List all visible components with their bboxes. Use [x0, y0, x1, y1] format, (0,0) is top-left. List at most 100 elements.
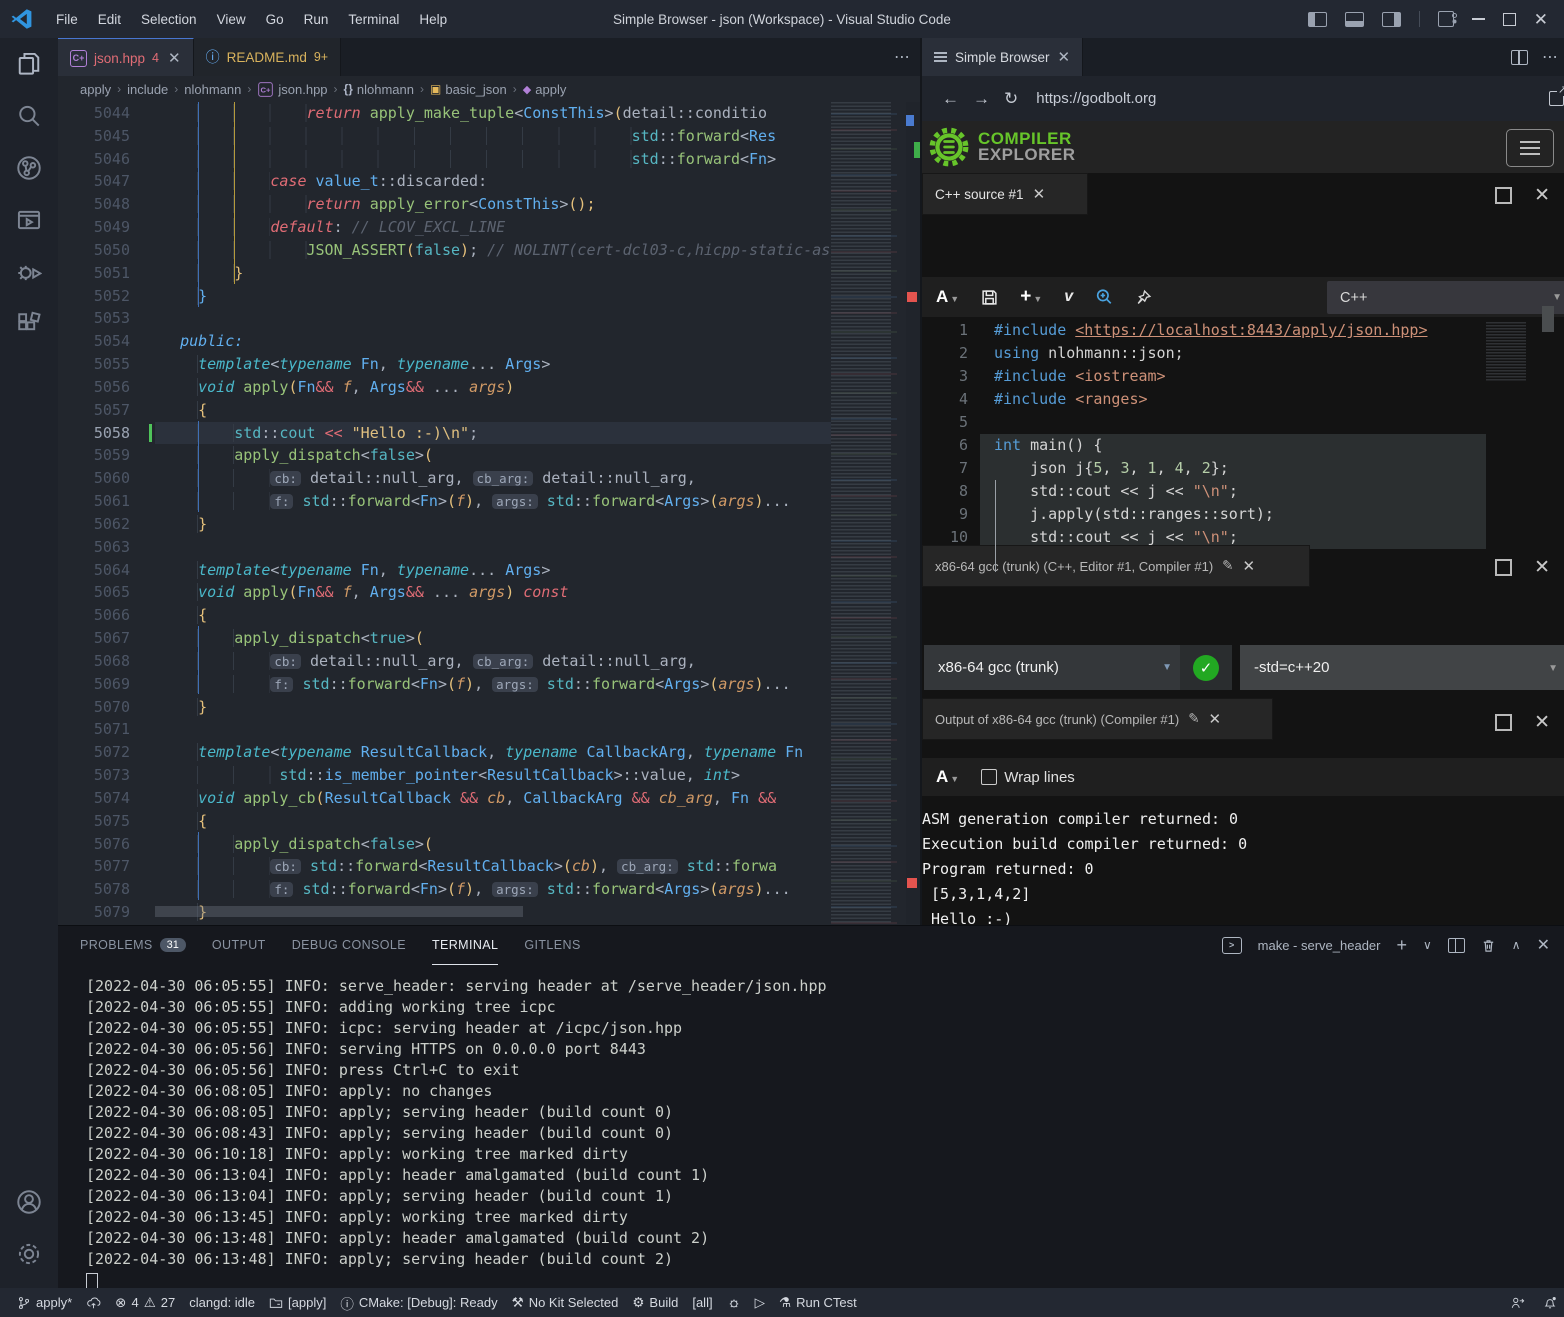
pin-tool-icon[interactable]	[1135, 289, 1152, 306]
statusbar-item-branch[interactable]: apply*	[10, 1295, 79, 1310]
breadcrumb-item-basic_json[interactable]: ▣basic_json	[430, 82, 507, 97]
tab-simple-browser[interactable]: Simple Browser ✕	[922, 38, 1083, 76]
terminal-output[interactable]: [2022-04-30 06:05:55] INFO: serve_header…	[86, 976, 827, 1294]
code-content[interactable]: return apply_make_tuple<ConstThis>(detai…	[155, 102, 831, 924]
ce-menu-button[interactable]	[1506, 129, 1554, 167]
ce-output-pane-tab[interactable]: Output of x86-64 gcc (trunk) (Compiler #…	[922, 698, 1273, 740]
menu-selection[interactable]: Selection	[131, 12, 207, 27]
panel-tab-output[interactable]: OUTPUT	[212, 926, 266, 964]
maximize-pane-icon[interactable]	[1495, 559, 1512, 576]
vim-mode-icon[interactable]: v	[1064, 288, 1073, 306]
more-actions-icon[interactable]: ⋯	[1542, 47, 1558, 67]
ce-compiler-pane-tab[interactable]: x86-64 gcc (trunk) (C++, Editor #1, Comp…	[922, 545, 1310, 587]
settings-gear-icon[interactable]	[5, 1228, 53, 1280]
code-editor[interactable]: 5044504550465047504850495050505150525053…	[58, 102, 920, 924]
ce-source-code[interactable]: #include <https://localhost:8443/apply/j…	[980, 319, 1486, 575]
statusbar-item-debug[interactable]	[720, 1296, 748, 1310]
kill-terminal-trash-icon[interactable]	[1481, 938, 1496, 953]
breadcrumb-item-nlohmann[interactable]: {}nlohmann	[344, 82, 414, 97]
statusbar-item-build-target[interactable]: [all]	[685, 1295, 719, 1310]
sidebar-item-extensions[interactable]	[5, 298, 53, 350]
add-pane-button[interactable]: +▼	[1020, 286, 1042, 308]
new-terminal-icon[interactable]: +	[1396, 935, 1407, 956]
statusbar-item-clangd[interactable]: clangd: idle	[182, 1295, 262, 1310]
editor-more-actions-icon[interactable]: ⋯	[894, 38, 910, 76]
terminal-dropdown-icon[interactable]: ∨	[1423, 938, 1432, 952]
compile-status-badge[interactable]: ✓	[1180, 645, 1232, 690]
ce-source-pane-tab[interactable]: C++ source #1 ✕	[922, 173, 1088, 215]
close-pane-icon[interactable]: ✕	[1209, 712, 1222, 727]
menu-terminal[interactable]: Terminal	[338, 12, 409, 27]
sidebar-item-search[interactable]	[5, 90, 53, 142]
panel-tab-problems[interactable]: PROBLEMS31	[80, 926, 186, 964]
panel-tab-debug-console[interactable]: DEBUG CONSOLE	[292, 926, 406, 964]
edit-title-icon[interactable]: ✎	[1188, 711, 1199, 727]
maximize-pane-icon[interactable]	[1495, 187, 1512, 204]
sidebar-item-live-preview[interactable]	[5, 194, 53, 246]
account-icon[interactable]	[5, 1176, 53, 1228]
tab-json.hpp[interactable]: C+json.hpp4✕	[58, 38, 194, 77]
breadcrumb-item-include[interactable]: include	[127, 82, 168, 97]
minimize-icon[interactable]	[1472, 18, 1485, 20]
close-pane-icon[interactable]: ✕	[1534, 558, 1550, 577]
close-window-icon[interactable]: ✕	[1534, 11, 1548, 28]
sidebar-item-source-control[interactable]	[5, 142, 53, 194]
close-tab-icon[interactable]: ✕	[168, 49, 181, 67]
close-pane-icon[interactable]: ✕	[1033, 187, 1046, 202]
close-pane-icon[interactable]: ✕	[1534, 713, 1550, 732]
menu-help[interactable]: Help	[409, 12, 457, 27]
toggle-secondary-sidebar-icon[interactable]	[1382, 12, 1401, 27]
open-external-icon[interactable]	[1549, 91, 1564, 106]
url-field[interactable]: https://godbolt.org	[1036, 90, 1156, 107]
menu-run[interactable]: Run	[294, 12, 339, 27]
reload-icon[interactable]: ↻	[1004, 89, 1018, 109]
edit-title-icon[interactable]: ✎	[1222, 558, 1233, 574]
menu-edit[interactable]: Edit	[88, 12, 131, 27]
wrap-lines-checkbox[interactable]: Wrap lines	[981, 769, 1075, 786]
editor-vertical-scrollbar[interactable]	[906, 102, 920, 924]
statusbar-item-kit[interactable]: ⚒No Kit Selected	[505, 1295, 626, 1311]
sidebar-item-run-and-debug[interactable]	[5, 246, 53, 298]
minimap[interactable]	[831, 102, 906, 924]
ce-logo-text[interactable]: COMPILER EXPLORER	[978, 131, 1076, 163]
menu-file[interactable]: File	[46, 12, 88, 27]
menu-go[interactable]: Go	[256, 12, 294, 27]
statusbar-item-cmake[interactable]: ⓘCMake: [Debug]: Ready	[333, 1293, 504, 1313]
editor-horizontal-scrollbar[interactable]	[155, 906, 523, 917]
forward-icon[interactable]: →	[973, 89, 990, 109]
back-icon[interactable]: ←	[942, 89, 959, 109]
breadcrumb-item-apply[interactable]: apply	[80, 82, 111, 97]
statusbar-item-ctest[interactable]: ⚗Run CTest	[772, 1295, 864, 1311]
breadcrumb[interactable]: apply›include›nlohmann›C+json.hpp›{}nloh…	[58, 76, 942, 102]
sidebar-item-explorer[interactable]	[5, 38, 53, 90]
statusbar-item-build[interactable]: ⚙Build	[625, 1295, 685, 1311]
statusbar-item-notifications[interactable]	[1536, 1296, 1564, 1310]
toggle-panel-icon[interactable]	[1345, 12, 1364, 27]
panel-tab-terminal[interactable]: TERMINAL	[432, 926, 498, 965]
breadcrumb-item-json.hpp[interactable]: C+json.hpp	[257, 81, 327, 98]
close-pane-icon[interactable]: ✕	[1534, 186, 1550, 205]
maximize-panel-icon[interactable]: ∧	[1512, 938, 1521, 952]
maximize-pane-icon[interactable]	[1495, 714, 1512, 731]
save-icon[interactable]	[981, 289, 998, 306]
panel-tab-gitlens[interactable]: GITLENS	[524, 926, 580, 964]
breadcrumb-item-nlohmann[interactable]: nlohmann	[184, 82, 241, 97]
close-pane-icon[interactable]: ✕	[1242, 559, 1255, 574]
terminal-process-label[interactable]: make - serve_header	[1258, 938, 1381, 953]
statusbar-item-launch[interactable]: ▷	[748, 1295, 772, 1311]
close-panel-icon[interactable]: ✕	[1537, 935, 1550, 955]
split-terminal-icon[interactable]	[1448, 938, 1465, 953]
statusbar-item-problems[interactable]: ⊗4⚠27	[108, 1295, 182, 1311]
maximize-icon[interactable]	[1503, 13, 1516, 26]
font-size-button[interactable]: A▼	[936, 767, 959, 787]
ce-scrollbar[interactable]	[1542, 306, 1554, 332]
zoom-icon[interactable]	[1095, 288, 1113, 306]
split-editor-icon[interactable]	[1511, 50, 1528, 65]
toggle-sidebar-icon[interactable]	[1308, 12, 1327, 27]
language-select[interactable]: C++ ▼	[1327, 281, 1564, 314]
close-tab-icon[interactable]: ✕	[1058, 48, 1071, 66]
tab-README.md[interactable]: ⓘREADME.md9+	[194, 38, 342, 76]
breadcrumb-item-apply[interactable]: ◆apply	[523, 82, 567, 97]
menu-view[interactable]: View	[207, 12, 256, 27]
compiler-select[interactable]: x86-64 gcc (trunk) ▼	[924, 645, 1186, 690]
